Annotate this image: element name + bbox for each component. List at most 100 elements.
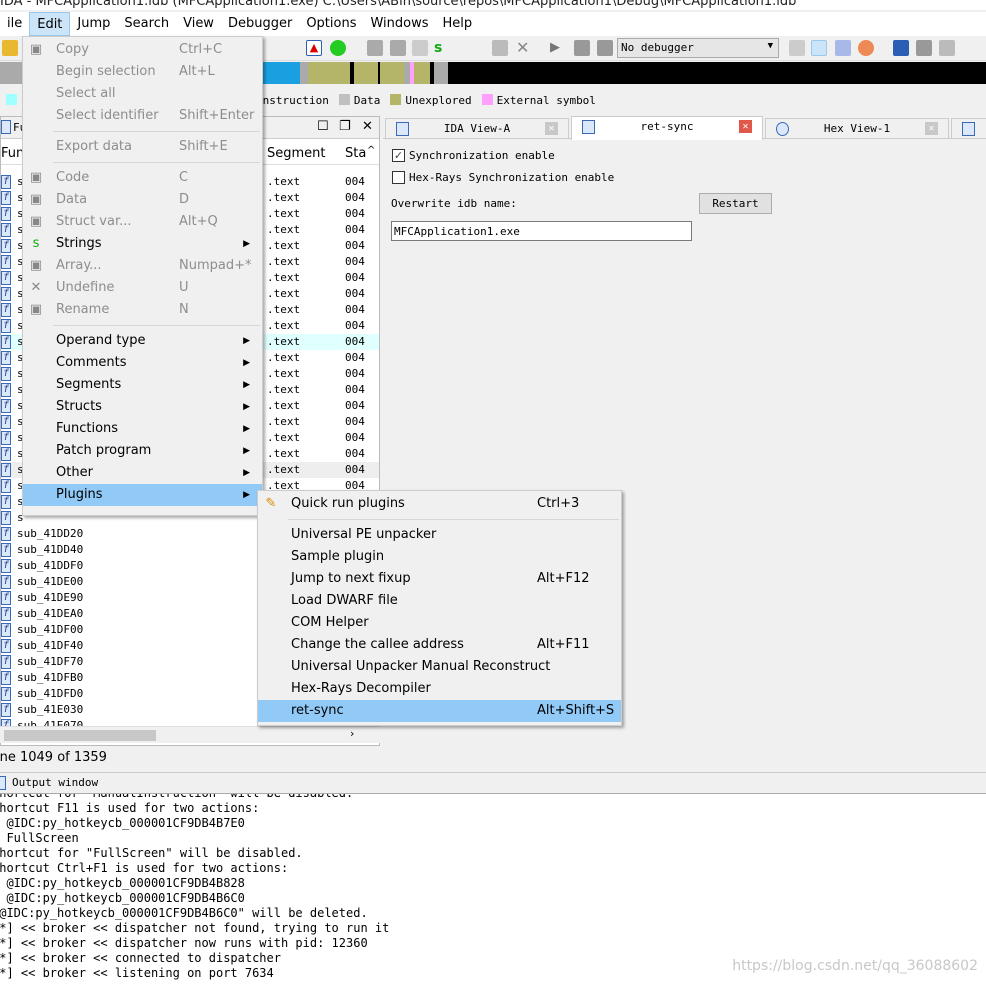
menu-item-struct-var[interactable]: ▣ Struct var... Alt+Q <box>23 211 262 233</box>
function-name: sub_41DE00 <box>17 575 84 588</box>
menu-item-copy[interactable]: ▣ Copy Ctrl+C <box>23 39 262 61</box>
menu-item-universal-pe-unpacker[interactable]: Universal PE unpacker <box>258 524 621 546</box>
warning-icon[interactable]: ▲ <box>306 40 322 56</box>
tab-ida-view-a[interactable]: IDA View-A ✕ <box>385 118 569 139</box>
stop-icon[interactable] <box>597 40 613 56</box>
menu-item-segments[interactable]: Segments ▶ <box>23 374 262 396</box>
column-start[interactable]: Sta <box>345 146 366 161</box>
menu-item-plugins[interactable]: Plugins ▶ <box>23 484 262 506</box>
close-tab-icon[interactable]: ✕ <box>925 122 938 135</box>
close-tab-icon[interactable]: ✕ <box>739 120 752 133</box>
sync-enable-checkbox[interactable]: ✓ <box>392 149 405 162</box>
green-run-icon[interactable] <box>330 40 346 56</box>
menu-item-array[interactable]: ▣ Array... Numpad+* <box>23 255 262 277</box>
restore-icon[interactable]: ❐ <box>339 119 351 134</box>
log-line: FullScreen <box>0 831 79 845</box>
menu-item-quick-run-plugins[interactable]: ✎ Quick run plugins Ctrl+3 <box>258 493 621 515</box>
menu-item-change-the-callee-address[interactable]: Change the callee address Alt+F11 <box>258 634 621 656</box>
menu-item-operand-type[interactable]: Operand type ▶ <box>23 330 262 352</box>
menu-item-code[interactable]: ▣ Code C <box>23 167 262 189</box>
struct-icon[interactable] <box>412 40 428 56</box>
menu-help[interactable]: Help <box>436 12 480 36</box>
sync-step-icon[interactable] <box>789 40 805 56</box>
scroll-right-icon[interactable]: › <box>350 727 354 740</box>
function-icon: f <box>1 671 11 685</box>
function-name: sub_41DD20 <box>17 527 84 540</box>
struct-icon: ▣ <box>29 214 43 229</box>
menu-item-functions[interactable]: Functions ▶ <box>23 418 262 440</box>
start-debug-icon[interactable]: ▶ <box>550 40 566 56</box>
close-icon[interactable]: ✕ <box>362 119 373 134</box>
scrollbar-thumb[interactable] <box>4 730 156 741</box>
menu-item-rename[interactable]: ▣ Rename N <box>23 299 262 321</box>
scroll-up-icon[interactable]: ^ <box>367 145 375 156</box>
menu-item-shortcut: C <box>179 170 189 185</box>
undefine-icon[interactable]: ✕ <box>516 40 532 56</box>
function-icon: f <box>1 351 11 365</box>
hexrays-sync-checkbox[interactable] <box>392 171 405 184</box>
pause-icon[interactable] <box>574 40 590 56</box>
menu-item-select-identifier[interactable]: Select identifier Shift+Enter <box>23 105 262 127</box>
debugger-select[interactable]: No debugger ▼ <box>617 38 779 58</box>
tab-ret-sync[interactable]: ret-sync ✕ <box>571 116 763 140</box>
menu-item-sample-plugin[interactable]: Sample plugin <box>258 546 621 568</box>
menu-item-ret-sync[interactable]: ret-sync Alt+Shift+S <box>258 700 621 722</box>
menu-item-other[interactable]: Other ▶ <box>23 462 262 484</box>
menu-item-structs[interactable]: Structs ▶ <box>23 396 262 418</box>
menu-debugger[interactable]: Debugger <box>221 12 299 36</box>
tab-structures[interactable] <box>951 118 986 139</box>
breakpoints-icon[interactable] <box>893 40 909 56</box>
log-line: [*] << broker << dispatcher not found, t… <box>0 921 390 935</box>
menu-item-com-helper[interactable]: COM Helper <box>258 612 621 634</box>
menu-item-strings[interactable]: s Strings ▶ <box>23 233 262 255</box>
menu-item-patch-program[interactable]: Patch program ▶ <box>23 440 262 462</box>
function-icon: f <box>1 303 11 317</box>
code-icon[interactable] <box>367 40 383 56</box>
close-tab-icon[interactable]: ✕ <box>545 122 558 135</box>
refresh-icon[interactable] <box>858 40 874 56</box>
menu-item-hex-rays-decompiler[interactable]: Hex-Rays Decompiler <box>258 678 621 700</box>
segment-cell: .text <box>267 255 301 268</box>
menu-item-comments[interactable]: Comments ▶ <box>23 352 262 374</box>
menu-jump[interactable]: Jump <box>70 12 117 36</box>
menu-item-export-data[interactable]: Export data Shift+E <box>23 136 262 158</box>
menu-search[interactable]: Search <box>117 12 176 36</box>
delete-breakpoint-icon[interactable] <box>939 40 955 56</box>
menu-item-begin-selection[interactable]: Begin selection Alt+L <box>23 61 262 83</box>
restart-button[interactable]: Restart <box>699 193 772 214</box>
segment-cell: .text <box>267 271 301 284</box>
output-window-title: Output window <box>12 776 99 789</box>
menu-item-universal-unpacker-manual-reconstruct[interactable]: Universal Unpacker Manual Reconstruct <box>258 656 621 678</box>
data-icon[interactable] <box>390 40 406 56</box>
output-log[interactable]: Shortcut for "ManualInstruction" will be… <box>0 794 986 985</box>
menu-item-label: Patch program <box>56 443 152 458</box>
column-segment[interactable]: Segment <box>267 146 326 161</box>
menu-item-undefine[interactable]: ✕ Undefine U <box>23 277 262 299</box>
menu-ile[interactable]: ile <box>0 12 29 36</box>
menu-item-select-all[interactable]: Select all <box>23 83 262 105</box>
sync-run-icon[interactable] <box>811 40 827 56</box>
open-icon[interactable] <box>2 40 18 56</box>
idb-name-input[interactable]: MFCApplication1.exe <box>391 221 692 241</box>
function-icon: f <box>1 479 11 493</box>
menu-windows[interactable]: Windows <box>363 12 435 36</box>
rename-icon[interactable] <box>492 40 508 56</box>
add-breakpoint-icon[interactable] <box>916 40 932 56</box>
start-cell: 004 <box>345 175 365 188</box>
start-cell: 004 <box>345 447 365 460</box>
strings-icon[interactable]: s <box>434 40 450 56</box>
horizontal-scrollbar[interactable]: › <box>0 726 380 743</box>
tab-hex-view-1[interactable]: Hex View-1 ✕ <box>765 118 949 139</box>
debugger-select-value: No debugger <box>621 41 694 54</box>
menu-view[interactable]: View <box>176 12 221 36</box>
menu-item-load-dwarf-file[interactable]: Load DWARF file <box>258 590 621 612</box>
hexrays-sync-label: Hex-Rays Synchronization enable <box>409 171 615 184</box>
menu-item-shortcut: Alt+Shift+S <box>537 703 615 718</box>
menu-item-data[interactable]: ▣ Data D <box>23 189 262 211</box>
maximize-icon[interactable]: ☐ <box>317 119 329 134</box>
sync-into-icon[interactable] <box>835 40 851 56</box>
menu-item-jump-to-next-fixup[interactable]: Jump to next fixup Alt+F12 <box>258 568 621 590</box>
menu-options[interactable]: Options <box>299 12 363 36</box>
menu-item-label: Plugins <box>56 487 103 502</box>
menu-edit[interactable]: Edit <box>29 12 71 36</box>
